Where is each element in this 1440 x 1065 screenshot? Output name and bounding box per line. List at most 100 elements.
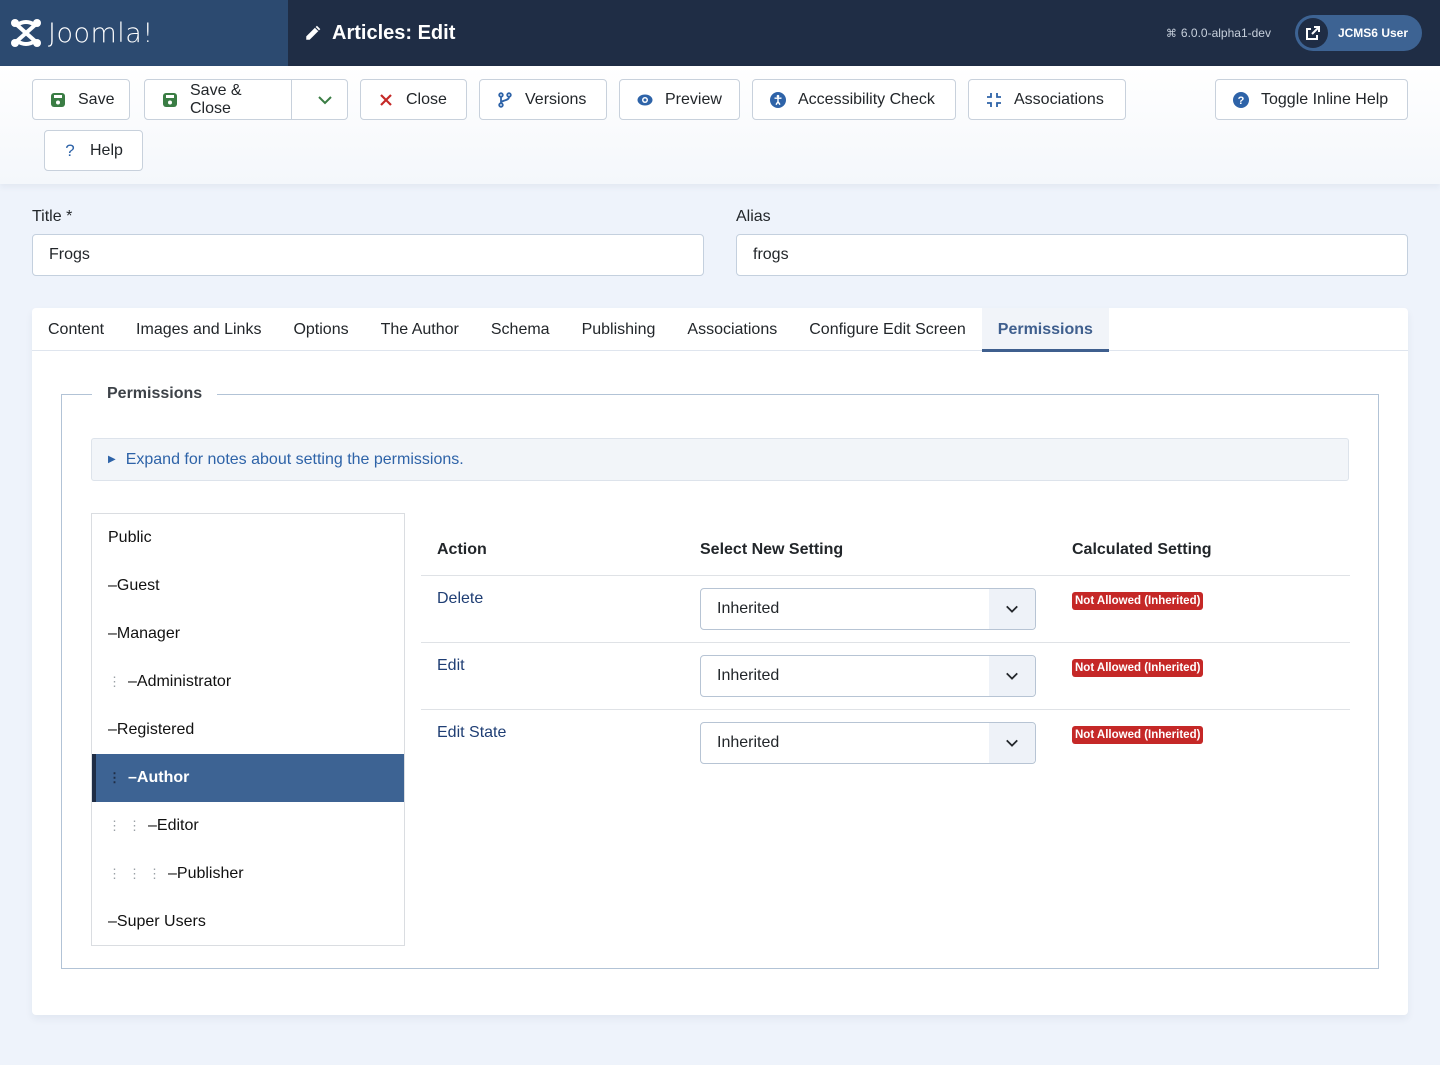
group-label: Editor bbox=[156, 817, 199, 834]
group-label: Registered bbox=[116, 721, 195, 738]
group-prefix: – bbox=[108, 625, 117, 642]
tab-schema[interactable]: Schema bbox=[475, 308, 566, 351]
tab-the-author[interactable]: The Author bbox=[365, 308, 475, 351]
version-info: ⌘ 6.0.0-alpha1-dev bbox=[1166, 26, 1271, 40]
joomla-small-icon: ⌘ bbox=[1165, 27, 1177, 40]
eye-icon bbox=[637, 94, 653, 105]
group-prefix: – bbox=[108, 577, 117, 594]
alias-label: Alias bbox=[736, 208, 771, 225]
page-title-text: Articles: Edit bbox=[332, 21, 456, 44]
setting-select-delete[interactable]: Inherited bbox=[700, 588, 1036, 630]
alias-input[interactable]: frogs bbox=[736, 234, 1408, 276]
permissions-legend: Permissions bbox=[92, 385, 218, 403]
toolbar: Save Save & Close Close Versions Preview… bbox=[0, 66, 1440, 184]
pencil-icon bbox=[306, 25, 321, 40]
table-row: Edit State Inherited Not Allowed (Inheri… bbox=[421, 710, 1350, 777]
close-button[interactable]: Close bbox=[360, 79, 467, 120]
tab-images-links[interactable]: Images and Links bbox=[120, 308, 277, 351]
calculated-setting-badge: Not Allowed (Inherited) bbox=[1072, 726, 1204, 744]
calculated-setting-badge: Not Allowed (Inherited) bbox=[1072, 659, 1204, 677]
group-item-guest[interactable]: – Guest bbox=[92, 562, 404, 610]
accessibility-label: Accessibility Check bbox=[798, 90, 935, 108]
preview-label: Preview bbox=[665, 90, 722, 108]
save-button[interactable]: Save bbox=[32, 79, 130, 120]
app-header: Joomla! Articles: Edit ⌘ 6.0.0-alpha1-de… bbox=[0, 0, 1440, 66]
select-value: Inherited bbox=[717, 734, 780, 751]
tab-publishing[interactable]: Publishing bbox=[566, 308, 672, 351]
table-header: Action Select New Setting Calculated Set… bbox=[421, 513, 1350, 576]
select-value: Inherited bbox=[717, 600, 780, 617]
group-prefix: – bbox=[108, 913, 117, 930]
select-value: Inherited bbox=[717, 667, 780, 684]
tab-bar: Content Images and Links Options The Aut… bbox=[32, 308, 1408, 352]
group-item-super-users[interactable]: – Super Users bbox=[92, 898, 404, 946]
tab-configure-edit-screen[interactable]: Configure Edit Screen bbox=[793, 308, 982, 351]
svg-text:?: ? bbox=[1238, 95, 1245, 107]
editor-card: Content Images and Links Options The Aut… bbox=[32, 308, 1408, 1015]
universal-access-icon bbox=[770, 91, 786, 108]
calculated-setting-badge: Not Allowed (Inherited) bbox=[1072, 592, 1204, 610]
associations-button[interactable]: Associations bbox=[968, 79, 1126, 120]
group-item-registered[interactable]: – Registered bbox=[92, 706, 404, 754]
external-link-icon bbox=[1297, 18, 1328, 48]
action-label: Edit bbox=[437, 657, 465, 674]
group-label: Guest bbox=[116, 577, 160, 594]
save-close-group: Save & Close bbox=[144, 79, 348, 120]
chevron-down-icon bbox=[989, 656, 1035, 696]
setting-select-edit-state[interactable]: Inherited bbox=[700, 722, 1036, 764]
setting-select-edit[interactable]: Inherited bbox=[700, 655, 1036, 697]
chevron-down-icon bbox=[989, 723, 1035, 763]
group-label: Publisher bbox=[176, 865, 244, 882]
caret-right-icon: ▶ bbox=[108, 454, 116, 465]
action-label: Edit State bbox=[437, 724, 507, 741]
group-label: Super Users bbox=[116, 913, 206, 930]
joomla-logo-icon bbox=[11, 19, 41, 47]
versions-button[interactable]: Versions bbox=[479, 79, 607, 120]
tab-content[interactable]: Content bbox=[32, 308, 120, 351]
group-prefix: – bbox=[128, 769, 137, 786]
tab-associations[interactable]: Associations bbox=[671, 308, 793, 351]
code-branch-icon bbox=[498, 91, 512, 108]
toggle-help-label: Toggle Inline Help bbox=[1261, 90, 1389, 108]
group-item-publisher[interactable]: ⋮ ⋮ ⋮ – Publisher bbox=[92, 850, 404, 898]
group-item-editor[interactable]: ⋮ ⋮ – Editor bbox=[92, 802, 404, 850]
question-icon: ? bbox=[65, 140, 75, 160]
indent-dots-icon: ⋮ bbox=[148, 866, 161, 881]
indent-dots-icon: ⋮ bbox=[108, 674, 121, 689]
save-label: Save bbox=[78, 90, 115, 108]
notes-text: Expand for notes about setting the permi… bbox=[125, 450, 464, 468]
save-close-button[interactable]: Save & Close bbox=[145, 80, 292, 119]
brand[interactable]: Joomla! bbox=[0, 0, 288, 66]
version-text: 6.0.0-alpha1-dev bbox=[1180, 26, 1271, 40]
accessibility-check-button[interactable]: Accessibility Check bbox=[752, 79, 956, 120]
chevron-down-icon bbox=[318, 95, 333, 104]
indent-dots-icon: ⋮ bbox=[128, 866, 141, 881]
group-item-manager[interactable]: – Manager bbox=[92, 610, 404, 658]
group-item-public[interactable]: Public bbox=[92, 514, 404, 562]
title-input[interactable]: Frogs bbox=[32, 234, 704, 276]
preview-button[interactable]: Preview bbox=[619, 79, 740, 120]
permissions-fieldset: Permissions ▶ Expand for notes about set… bbox=[61, 385, 1379, 969]
save-options-dropdown[interactable] bbox=[304, 80, 347, 119]
toggle-inline-help-button[interactable]: ? Toggle Inline Help bbox=[1215, 79, 1408, 120]
versions-label: Versions bbox=[525, 90, 587, 108]
group-item-administrator[interactable]: ⋮ – Administrator bbox=[92, 658, 404, 706]
title-label: Title * bbox=[32, 208, 73, 225]
compress-icon bbox=[987, 92, 1001, 107]
group-label: Administrator bbox=[136, 673, 232, 690]
group-item-author[interactable]: ⋮ – Author bbox=[92, 754, 404, 802]
group-label: Manager bbox=[116, 625, 181, 642]
permissions-notes-toggle[interactable]: ▶ Expand for notes about setting the per… bbox=[91, 438, 1349, 481]
close-label: Close bbox=[406, 90, 447, 108]
group-prefix: – bbox=[108, 721, 117, 738]
user-menu-button[interactable]: JCMS6 User bbox=[1294, 15, 1422, 51]
tab-permissions[interactable]: Permissions bbox=[981, 308, 1110, 352]
help-button[interactable]: ? Help bbox=[44, 130, 143, 171]
chevron-down-icon bbox=[989, 589, 1035, 629]
table-row: Edit Inherited Not Allowed (Inherited) bbox=[421, 643, 1350, 710]
group-prefix: – bbox=[148, 817, 157, 834]
save-icon bbox=[51, 92, 65, 107]
group-label: Public bbox=[108, 529, 152, 546]
tab-options[interactable]: Options bbox=[277, 308, 364, 351]
column-header-select: Select New Setting bbox=[700, 541, 844, 558]
